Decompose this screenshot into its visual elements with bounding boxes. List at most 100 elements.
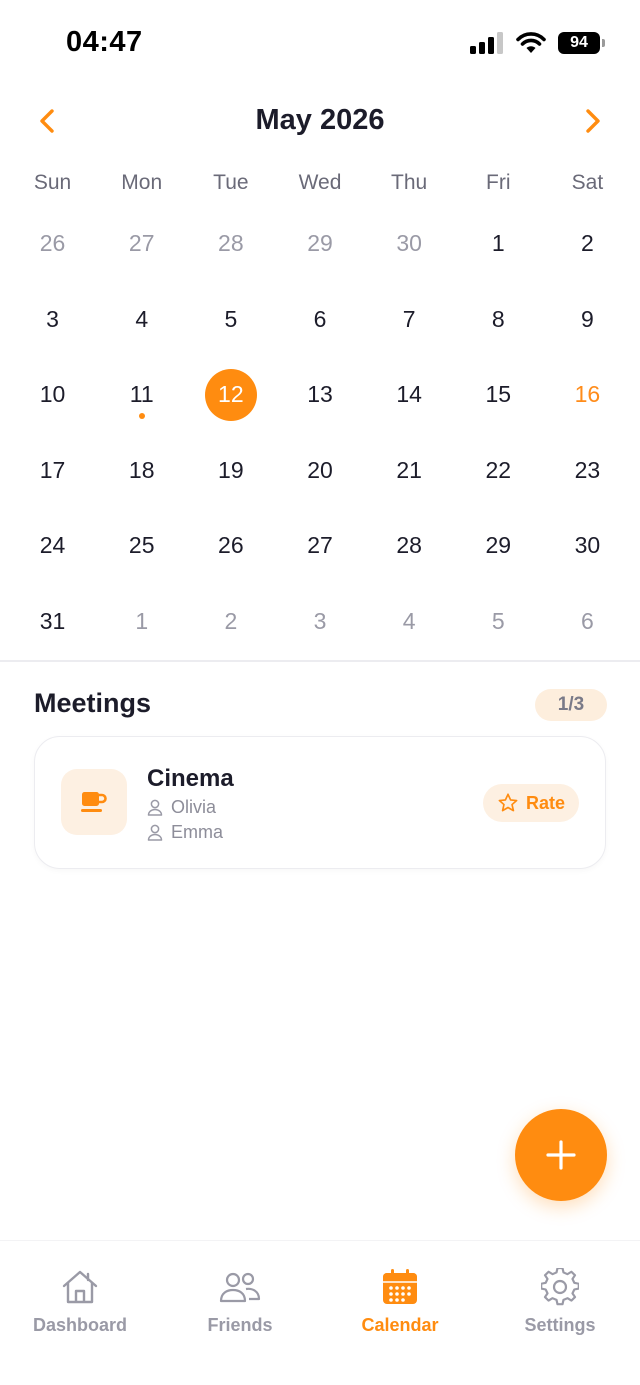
calendar-day[interactable]: 8 xyxy=(454,282,543,358)
weekday-label: Wed xyxy=(298,171,342,194)
weekday-label: Sat xyxy=(571,171,604,194)
calendar-day[interactable]: 28 xyxy=(186,206,275,282)
day-number: 13 xyxy=(307,381,333,408)
next-month-button[interactable] xyxy=(578,106,608,136)
person-icon xyxy=(147,799,163,816)
day-number: 14 xyxy=(396,381,422,408)
calendar-day[interactable]: 6 xyxy=(275,282,364,358)
calendar-day[interactable]: 2 xyxy=(543,206,632,282)
day-number: 6 xyxy=(581,607,594,634)
calendar-day[interactable]: 4 xyxy=(365,584,454,660)
calendar-day[interactable]: 7 xyxy=(365,282,454,358)
calendar-day[interactable]: 4 xyxy=(97,282,186,358)
status-bar: 04:47 94 xyxy=(0,0,640,84)
calendar-day[interactable]: 1 xyxy=(97,584,186,660)
weekday-label: Sun xyxy=(33,171,72,194)
calendar-day[interactable]: 22 xyxy=(454,433,543,509)
day-number: 30 xyxy=(396,230,422,257)
calendar-day[interactable]: 26 xyxy=(186,508,275,584)
tab-dashboard[interactable]: Dashboard xyxy=(0,1267,160,1347)
day-number: 24 xyxy=(39,532,66,559)
day-number: 3 xyxy=(313,607,327,634)
calendar-day[interactable]: 15 xyxy=(454,357,543,433)
friends-icon xyxy=(219,1272,261,1303)
meetings-pager-badge: 1/3 xyxy=(535,689,607,721)
calendar-day[interactable]: 24 xyxy=(8,508,97,584)
day-number: 27 xyxy=(128,230,155,257)
day-number: 16 xyxy=(574,381,601,408)
calendar-day[interactable]: 14 xyxy=(365,357,454,433)
tab-label: Dashboard xyxy=(32,1315,128,1335)
calendar-day[interactable]: 13 xyxy=(275,357,364,433)
calendar-grid: 26 27 28 29 30 1 2 3 4 5 6 7 8 9 10 11 12 13 14 15 16 17 18 19 2… xyxy=(8,206,632,659)
tab-calendar[interactable]: Calendar xyxy=(320,1267,480,1347)
calendar-day[interactable]: 9 xyxy=(543,282,632,358)
calendar-day[interactable]: 5 xyxy=(454,584,543,660)
divider xyxy=(0,660,640,662)
day-number: 1 xyxy=(491,230,505,257)
weekday-label: Tue xyxy=(213,171,249,194)
day-number: 27 xyxy=(307,532,333,559)
meeting-card[interactable]: Cinema Olivia Emma Rate xyxy=(34,736,606,869)
signal-icon xyxy=(470,32,503,54)
calendar-day-selected[interactable]: 12 xyxy=(186,357,275,433)
add-meeting-button[interactable] xyxy=(515,1109,607,1201)
calendar-day[interactable]: 27 xyxy=(275,508,364,584)
calendar-day[interactable]: 10 xyxy=(8,357,97,433)
day-number: 21 xyxy=(396,456,422,483)
day-number: 3 xyxy=(46,305,59,332)
calendar-day[interactable]: 19 xyxy=(186,433,275,509)
calendar-day[interactable]: 27 xyxy=(97,206,186,282)
calendar-day[interactable]: 31 xyxy=(8,584,97,660)
meetings-title: Meetings xyxy=(34,688,152,718)
tab-bar: Dashboard Friends Calendar Settings xyxy=(0,1240,640,1385)
day-number: 29 xyxy=(307,230,333,257)
tab-label: Settings xyxy=(524,1315,596,1335)
day-number: 2 xyxy=(224,607,238,634)
tab-friends[interactable]: Friends xyxy=(160,1267,320,1347)
calendar-day[interactable]: 11 xyxy=(97,357,186,433)
day-number: 26 xyxy=(39,230,66,257)
calendar-day[interactable]: 29 xyxy=(275,206,364,282)
tab-settings[interactable]: Settings xyxy=(480,1267,640,1347)
calendar-day[interactable]: 6 xyxy=(543,584,632,660)
weekday-header-row: Sun Mon Tue Wed Thu Fri Sat xyxy=(8,168,632,198)
calendar-day[interactable]: 29 xyxy=(454,508,543,584)
weekday-label: Fri xyxy=(486,171,511,194)
calendar-day[interactable]: 30 xyxy=(365,206,454,282)
day-number: 4 xyxy=(135,305,149,332)
calendar-day[interactable]: 3 xyxy=(8,282,97,358)
chevron-right-icon xyxy=(586,109,600,133)
calendar-day[interactable]: 5 xyxy=(186,282,275,358)
person-icon xyxy=(147,824,163,841)
meeting-icon-container xyxy=(61,769,127,835)
calendar-day[interactable]: 18 xyxy=(97,433,186,509)
calendar-day[interactable]: 16 xyxy=(543,357,632,433)
day-number: 28 xyxy=(218,230,244,257)
calendar-day[interactable]: 25 xyxy=(97,508,186,584)
day-number: 22 xyxy=(485,456,512,483)
day-number: 18 xyxy=(128,456,155,483)
day-number: 8 xyxy=(491,305,505,332)
calendar-day[interactable]: 20 xyxy=(275,433,364,509)
calendar-icon xyxy=(383,1269,417,1304)
calendar-day[interactable]: 1 xyxy=(454,206,543,282)
calendar-day[interactable]: 26 xyxy=(8,206,97,282)
calendar-day[interactable]: 17 xyxy=(8,433,97,509)
calendar-day[interactable]: 30 xyxy=(543,508,632,584)
day-number: 2 xyxy=(581,230,594,257)
rate-button[interactable]: Rate xyxy=(483,784,579,822)
calendar-day[interactable]: 21 xyxy=(365,433,454,509)
calendar-day[interactable]: 23 xyxy=(543,433,632,509)
participant-name: Olivia xyxy=(171,797,217,817)
month-title: May 2026 xyxy=(255,104,385,136)
weekday-label: Mon xyxy=(121,171,163,194)
calendar-day[interactable]: 2 xyxy=(186,584,275,660)
participant-name: Emma xyxy=(171,822,224,842)
day-number: 4 xyxy=(402,607,416,634)
calendar-day[interactable]: 28 xyxy=(365,508,454,584)
meeting-name: Cinema xyxy=(147,765,234,792)
calendar-day[interactable]: 3 xyxy=(275,584,364,660)
day-number: 10 xyxy=(39,381,66,408)
status-time: 04:47 xyxy=(66,26,143,58)
